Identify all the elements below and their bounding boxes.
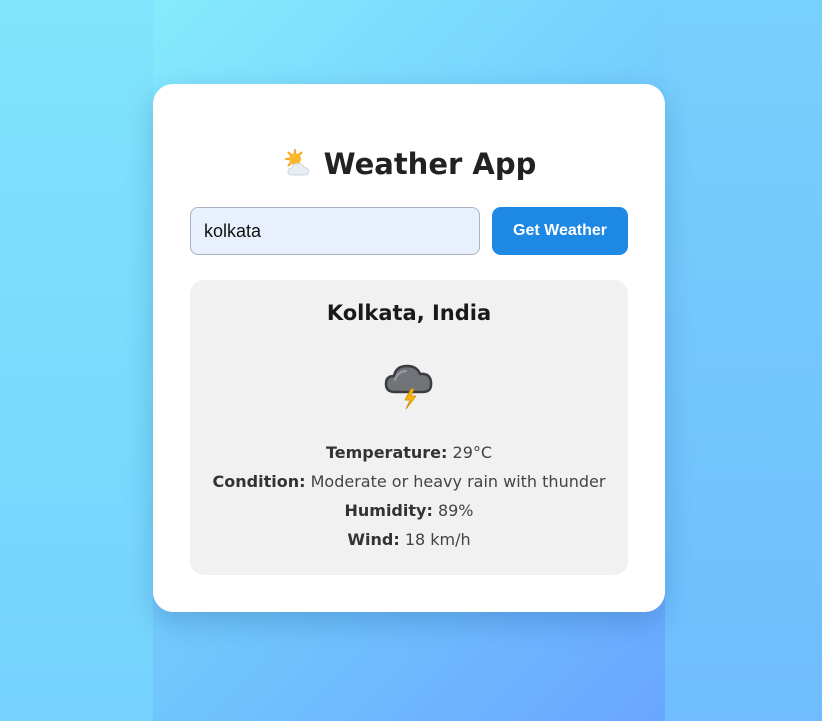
- condition-label: Condition:: [212, 472, 306, 491]
- humidity-row: Humidity: 89%: [190, 496, 628, 525]
- thunder-cloud-icon: [384, 364, 433, 410]
- temperature-value: 29°C: [452, 443, 493, 462]
- app-title-text: Weather App: [323, 147, 537, 181]
- weather-result-panel: Kolkata, India Temperature: 29°C Conditi…: [190, 280, 628, 575]
- search-row: Get Weather: [190, 207, 628, 255]
- get-weather-button[interactable]: Get Weather: [492, 207, 628, 255]
- location-name: Kolkata, India: [326, 301, 492, 325]
- sun-behind-cloud-icon: [284, 149, 309, 176]
- weather-details: Temperature: 29°C Condition: Moderate or…: [190, 438, 628, 554]
- weather-card: Weather App Get Weather Kolkata, India T…: [153, 84, 665, 612]
- app-title: Weather App: [153, 144, 665, 184]
- condition-value: Moderate or heavy rain with thunder: [310, 472, 606, 491]
- temperature-row: Temperature: 29°C: [190, 438, 628, 467]
- city-search-input[interactable]: [190, 207, 480, 255]
- background-left: [0, 0, 153, 721]
- background-right: [665, 0, 822, 721]
- temperature-label: Temperature:: [325, 443, 448, 462]
- humidity-value: 89%: [437, 501, 474, 520]
- humidity-label: Humidity:: [344, 501, 433, 520]
- wind-value: 18 km/h: [404, 530, 471, 549]
- condition-row: Condition: Moderate or heavy rain with t…: [190, 467, 628, 496]
- wind-row: Wind: 18 km/h: [190, 525, 628, 554]
- wind-label: Wind:: [347, 530, 400, 549]
